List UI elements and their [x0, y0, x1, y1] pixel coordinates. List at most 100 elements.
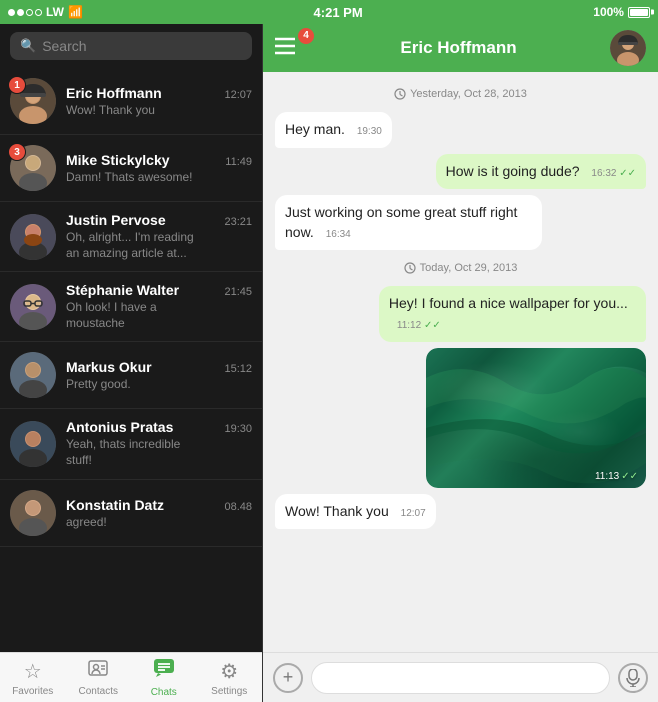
- chat-name-justin: Justin Pervose: [66, 212, 166, 228]
- status-time: 4:21 PM: [314, 5, 363, 20]
- avatar-markus: [10, 352, 56, 398]
- chat-time-eric: 12:07: [224, 89, 252, 101]
- chat-input-bar: +: [263, 652, 658, 702]
- chat-name-mike: Mike Stickylcky: [66, 152, 170, 168]
- chat-list: 1 Eric Hoffmann 12:07 Wow! Thank you: [0, 68, 262, 652]
- chat-info-markus: Markus Okur 15:12 Pretty good.: [66, 359, 252, 391]
- date-separator-yesterday: Yesterday, Oct 28, 2013: [275, 88, 646, 100]
- date-text-yesterday: Yesterday, Oct 28, 2013: [410, 88, 527, 100]
- msg-text-hey-man: Hey man.: [285, 121, 345, 137]
- chat-preview-antonius: Yeah, thats incrediblestuff!: [66, 437, 252, 468]
- chat-name-row-markus: Markus Okur 15:12: [66, 359, 252, 375]
- msg-check-wallpaper: ✓✓: [424, 320, 441, 331]
- status-right: 100%: [593, 5, 650, 19]
- chat-item-stephanie[interactable]: Stéphanie Walter 21:45 Oh look! I have a…: [0, 272, 262, 342]
- tab-contacts[interactable]: Contacts: [66, 653, 132, 702]
- msg-time-wallpaper: 11:12 ✓✓: [397, 320, 441, 331]
- wifi-icon: 📶: [68, 5, 83, 19]
- chat-name-eric: Eric Hoffmann: [66, 85, 162, 101]
- chat-name-row-eric: Eric Hoffmann 12:07: [66, 85, 252, 101]
- chat-name-antonius: Antonius Pratas: [66, 419, 173, 435]
- msg-check-how-is-it: ✓✓: [619, 168, 636, 179]
- chat-info-konstatin: Konstatin Datz 08.48 agreed!: [66, 497, 252, 529]
- avatar-justin: [10, 214, 56, 260]
- avatar-wrapper-justin: [10, 214, 56, 260]
- avatar-konstatin: [10, 490, 56, 536]
- avatar-wrapper-eric: 1: [10, 78, 56, 124]
- msg-time-wow: 12:07: [401, 508, 426, 519]
- chat-preview-markus: Pretty good.: [66, 377, 252, 391]
- status-left: LW 📶: [8, 5, 83, 19]
- msg-wow-thank-you: Wow! Thank you 12:07: [275, 494, 436, 530]
- chat-item-mike[interactable]: 3 Mike Stickylcky 11:49 Damn! Thats awes…: [0, 135, 262, 202]
- chat-item-eric[interactable]: 1 Eric Hoffmann 12:07 Wow! Thank you: [0, 68, 262, 135]
- chat-item-antonius[interactable]: Antonius Pratas 19:30 Yeah, thats incred…: [0, 409, 262, 479]
- status-bar: LW 📶 4:21 PM 100%: [0, 0, 658, 24]
- msg-wallpaper-text: Hey! I found a nice wallpaper for you...…: [379, 286, 646, 341]
- tab-chats-label: Chats: [151, 687, 177, 698]
- date-text-today: Today, Oct 29, 2013: [420, 262, 518, 274]
- tab-contacts-label: Contacts: [79, 686, 118, 697]
- avatar-antonius: [10, 421, 56, 467]
- chat-name-row-mike: Mike Stickylcky 11:49: [66, 152, 252, 168]
- avatar-wrapper-mike: 3: [10, 145, 56, 191]
- chat-info-eric: Eric Hoffmann 12:07 Wow! Thank you: [66, 85, 252, 117]
- chat-info-stephanie: Stéphanie Walter 21:45 Oh look! I have a…: [66, 282, 252, 331]
- dot4: [35, 9, 42, 16]
- tab-settings-label: Settings: [211, 686, 247, 697]
- msg-text-how-is-it: How is it going dude?: [446, 163, 580, 179]
- battery-label: 100%: [593, 5, 624, 19]
- chat-header: 4 Eric Hoffmann: [263, 24, 658, 72]
- chat-preview-mike: Damn! Thats awesome!: [66, 170, 252, 184]
- chat-name-row-justin: Justin Pervose 23:21: [66, 212, 252, 228]
- tab-favorites-label: Favorites: [12, 686, 53, 697]
- chats-icon: [153, 657, 175, 685]
- header-avatar[interactable]: [610, 30, 646, 66]
- left-panel: 🔍 Search: [0, 24, 263, 702]
- chat-preview-eric: Wow! Thank you: [66, 103, 252, 117]
- chat-time-markus: 15:12: [224, 363, 252, 375]
- tab-chats[interactable]: Chats: [131, 653, 197, 702]
- search-input-wrapper[interactable]: 🔍 Search: [10, 32, 252, 60]
- menu-btn-wrapper[interactable]: 4: [275, 35, 307, 62]
- chat-item-konstatin[interactable]: Konstatin Datz 08.48 agreed!: [0, 480, 262, 547]
- star-icon: ☆: [24, 659, 42, 684]
- chat-info-mike: Mike Stickylcky 11:49 Damn! Thats awesom…: [66, 152, 252, 184]
- avatar-wrapper-markus: [10, 352, 56, 398]
- tab-bar: ☆ Favorites Contacts: [0, 652, 262, 702]
- date-separator-today: Today, Oct 29, 2013: [275, 262, 646, 274]
- chat-item-justin[interactable]: Justin Pervose 23:21 Oh, alright... I'm …: [0, 202, 262, 272]
- chat-time-stephanie: 21:45: [224, 286, 252, 298]
- chat-preview-justin: Oh, alright... I'm readingan amazing art…: [66, 230, 252, 261]
- chat-item-markus[interactable]: Markus Okur 15:12 Pretty good.: [0, 342, 262, 409]
- chat-name-markus: Markus Okur: [66, 359, 152, 375]
- msg-time-just-working: 16:34: [326, 229, 351, 240]
- badge-mike: 3: [8, 143, 26, 161]
- msg-time-how-is-it: 16:32 ✓✓: [591, 168, 636, 179]
- search-bar: 🔍 Search: [0, 24, 262, 68]
- message-input[interactable]: [311, 662, 610, 694]
- tab-settings[interactable]: ⚙ Settings: [197, 653, 263, 702]
- img-time-text: 11:13: [595, 471, 619, 482]
- carrier-label: LW: [46, 5, 64, 19]
- messages-area: Yesterday, Oct 28, 2013 Hey man. 19:30 H…: [263, 72, 658, 652]
- chat-name-row-konstatin: Konstatin Datz 08.48: [66, 497, 252, 513]
- msg-text-wallpaper: Hey! I found a nice wallpaper for you...: [389, 295, 628, 311]
- main-container: 🔍 Search: [0, 24, 658, 702]
- msg-image-bubble: 11:13 ✓✓: [426, 348, 646, 488]
- msg-hey-man: Hey man. 19:30: [275, 112, 392, 148]
- tab-favorites[interactable]: ☆ Favorites: [0, 653, 66, 702]
- chat-name-row-antonius: Antonius Pratas 19:30: [66, 419, 252, 435]
- search-placeholder: Search: [42, 38, 86, 54]
- add-button[interactable]: +: [273, 663, 303, 693]
- msg-text-just-working: Just working on some great stuff right n…: [285, 204, 517, 240]
- msg-time-hey-man: 19:30: [357, 126, 382, 137]
- msg-how-is-it: How is it going dude? 16:32 ✓✓: [436, 154, 646, 190]
- chat-preview-konstatin: agreed!: [66, 515, 252, 529]
- contacts-icon: [88, 658, 108, 684]
- wallpaper-svg: [426, 348, 646, 488]
- mic-button[interactable]: [618, 663, 648, 693]
- chat-header-title: Eric Hoffmann: [307, 38, 610, 58]
- search-icon: 🔍: [20, 38, 36, 54]
- dot2: [17, 9, 24, 16]
